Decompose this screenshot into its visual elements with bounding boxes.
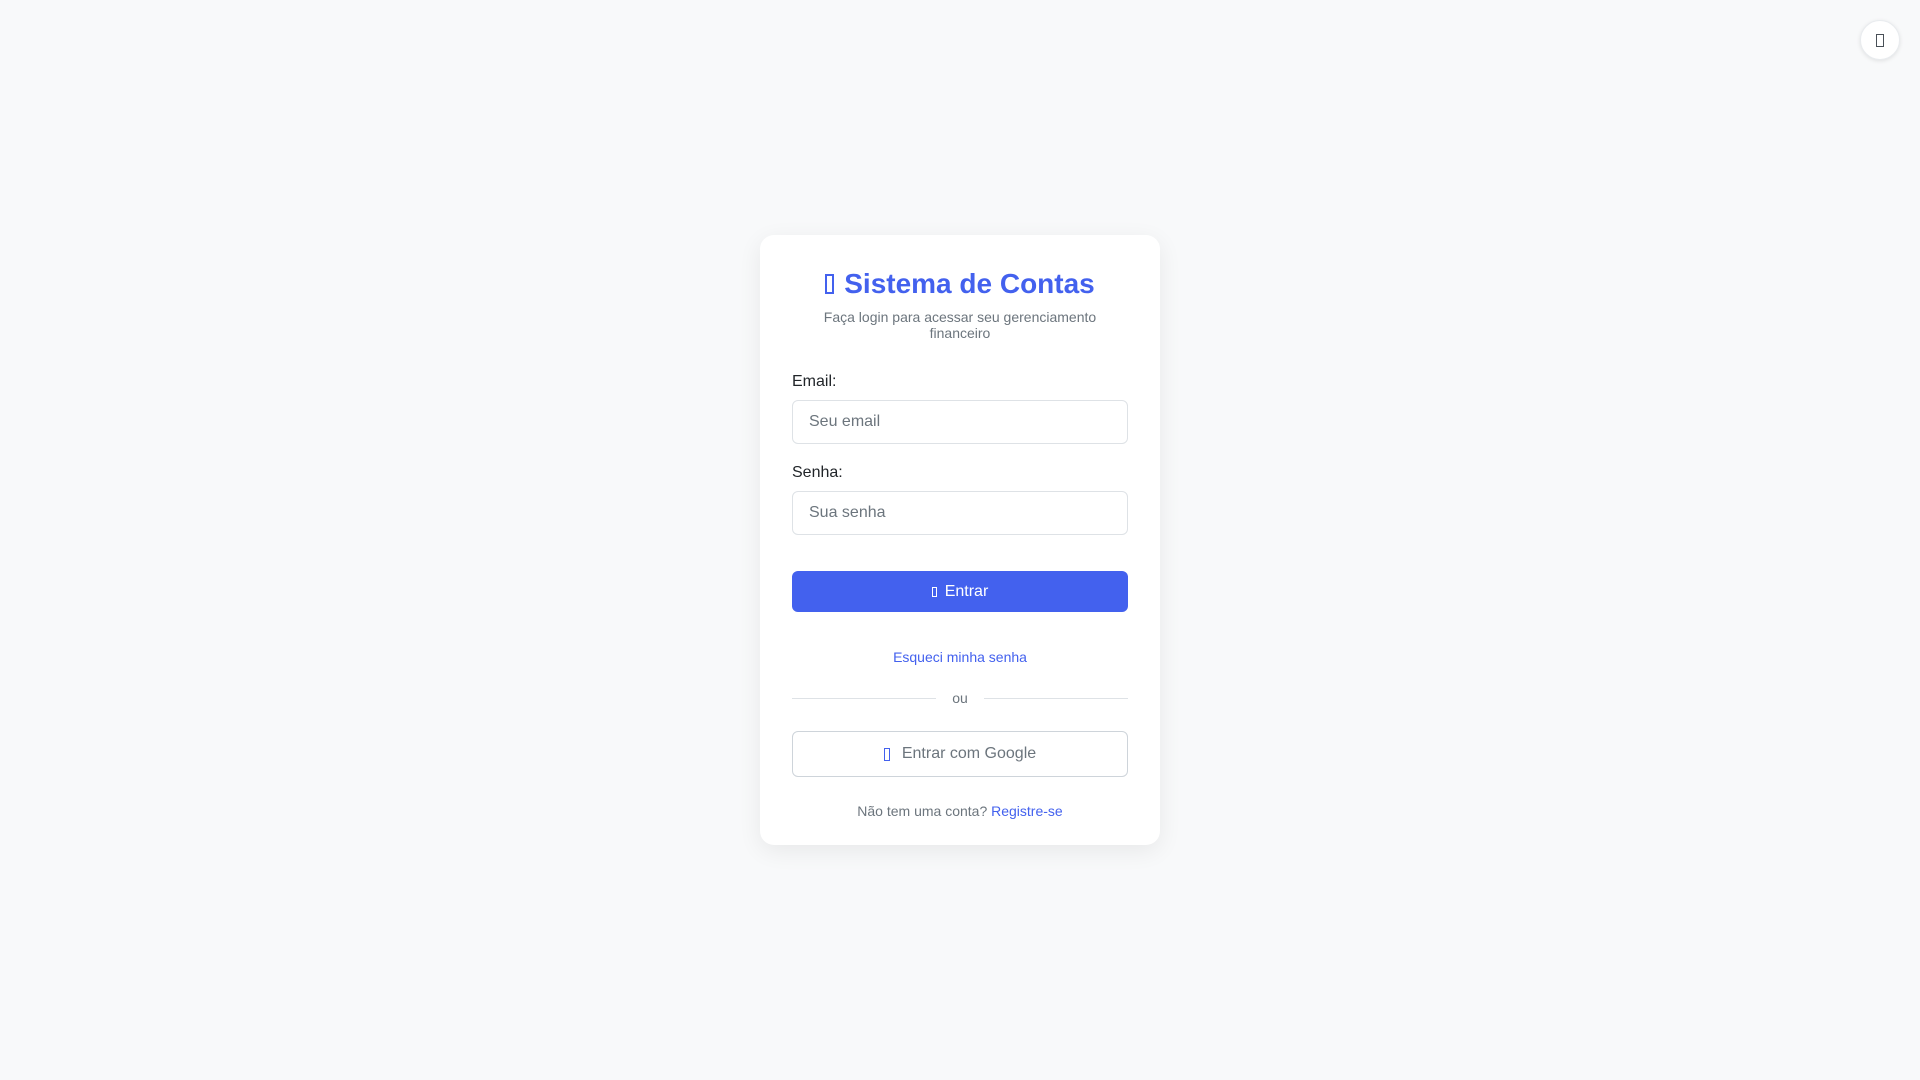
divider-line-right [983,697,1129,699]
moon-icon [1876,33,1884,47]
google-icon [883,747,890,761]
page-title: Sistema de Contas [792,267,1128,301]
register-link[interactable]: Registre-se [991,803,1063,819]
email-input[interactable] [792,400,1128,444]
signup-prompt-text: Não tem uma conta? [857,803,988,819]
divider-text: ou [952,690,968,706]
google-login-button[interactable]: Entrar com Google [792,731,1128,777]
password-label: Senha: [792,464,843,481]
password-field-group: Senha: [792,464,1128,535]
theme-toggle-button[interactable] [1860,20,1900,60]
login-card: Sistema de Contas Faça login para acessa… [760,235,1160,845]
page-subtitle: Faça login para acessar seu gerenciament… [823,309,1097,341]
email-field-group: Email: [792,373,1128,444]
wallet-icon [825,274,835,294]
email-label: Email: [792,373,837,390]
login-button[interactable]: Entrar [792,571,1128,612]
login-page: Sistema de Contas Faça login para acessa… [0,0,1920,1080]
divider-line-left [792,697,937,699]
password-input[interactable] [792,491,1128,535]
forgot-password-link[interactable]: Esqueci minha senha [792,649,1128,665]
signup-prompt: Não tem uma conta? Registre-se [792,803,1128,819]
or-divider: ou [792,690,1129,706]
sign-in-icon [931,586,937,597]
google-login-label: Entrar com Google [901,745,1037,762]
login-button-label: Entrar [944,582,989,600]
page-title-text: Sistema de Contas [844,268,1095,299]
